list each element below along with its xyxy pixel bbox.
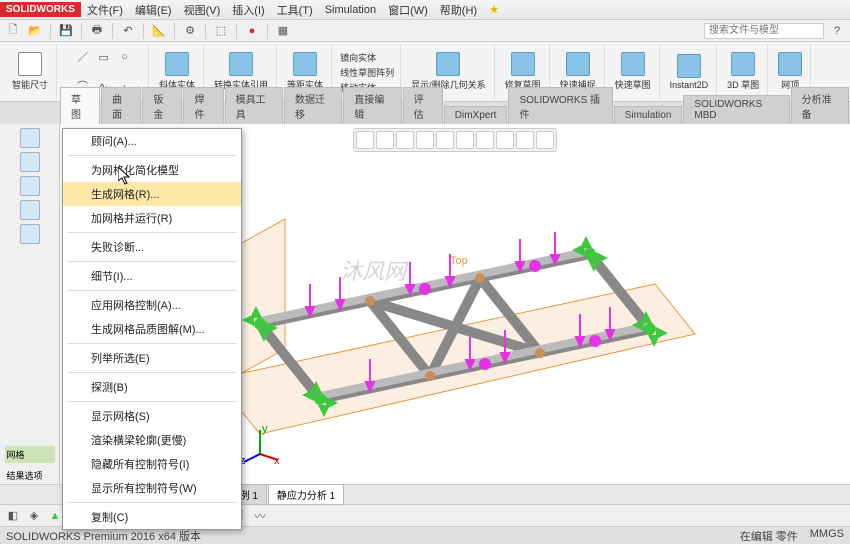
rect-tool[interactable]: ▭ — [95, 48, 113, 66]
rapid-sketch-button[interactable]: 快速草图 — [613, 50, 653, 93]
ctx-advisor[interactable]: 顾问(A)... — [63, 129, 241, 153]
ctx-quality-plot[interactable]: 生成网格品质图解(M)... — [63, 317, 241, 341]
svg-text:y: y — [262, 424, 268, 435]
scene-icon[interactable] — [516, 131, 534, 149]
hide-show-icon[interactable] — [476, 131, 494, 149]
mesh-context-menu: 顾问(A)... 为网格化简化模型 生成网格(R)... 加网格并运行(R) 失… — [62, 128, 242, 530]
help-icon[interactable]: ? — [828, 22, 846, 40]
3dsketch-button[interactable]: 3D 草图 — [725, 50, 761, 93]
menu-insert[interactable]: 插入(I) — [226, 2, 270, 18]
tab-evaluate[interactable]: 评估 — [403, 87, 443, 124]
ctx-copy[interactable]: 复制(C) — [63, 505, 241, 529]
quick-access-toolbar: 🗋 📂 💾 🖶 ↶ 📐 ⚙ ⬚ ● ▦ ? — [0, 20, 850, 42]
undo-button[interactable]: ↶ — [119, 22, 137, 40]
tab-sheetmetal[interactable]: 钣金 — [142, 87, 182, 124]
search-input[interactable] — [704, 23, 824, 39]
btab-static[interactable]: 静应力分析 1 — [268, 484, 344, 505]
tab-weldment[interactable]: 焊件 — [183, 87, 223, 124]
ctx-create-mesh[interactable]: 生成网格(R)... — [63, 182, 241, 206]
line-tool[interactable]: ／ — [74, 48, 92, 66]
zoom-area-icon[interactable] — [376, 131, 394, 149]
tab-mbd[interactable]: SOLIDWORKS MBD — [683, 95, 789, 124]
tab-analysis-prep[interactable]: 分析准备 — [791, 87, 849, 124]
cursor-icon — [118, 167, 132, 185]
tree-item-mesh[interactable]: 网格 — [5, 446, 55, 463]
save-button[interactable]: 💾 — [57, 22, 75, 40]
sim-plot-icon[interactable]: 〰 — [251, 507, 269, 525]
open-button[interactable]: 📂 — [26, 22, 44, 40]
view-orient-icon[interactable] — [436, 131, 454, 149]
ctx-show-mesh[interactable]: 显示网格(S) — [63, 404, 241, 428]
ctx-details[interactable]: 细节(I)... — [63, 264, 241, 288]
tab-surface[interactable]: 曲面 — [101, 87, 141, 124]
ctx-failure-diag[interactable]: 失败诊断... — [63, 235, 241, 259]
menu-file[interactable]: 文件(F) — [81, 2, 129, 18]
filter-button[interactable]: ▦ — [274, 22, 292, 40]
section-icon[interactable] — [416, 131, 434, 149]
print-button[interactable]: 🖶 — [88, 22, 106, 40]
view-settings-icon[interactable] — [536, 131, 554, 149]
menu-view[interactable]: 视图(V) — [178, 2, 227, 18]
view-heads-up-toolbar — [353, 128, 557, 152]
pattern-label: 线性草图阵列 — [340, 66, 394, 79]
ctx-render-beam[interactable]: 渲染横梁轮廓(更慢) — [63, 428, 241, 452]
tab-mold[interactable]: 模具工具 — [225, 87, 283, 124]
tab-addins[interactable]: SOLIDWORKS 插件 — [508, 87, 612, 124]
title-bar: SOLIDWORKS 文件(F) 编辑(E) 视图(V) 插入(I) 工具(T)… — [0, 0, 850, 20]
ctx-simplify[interactable]: 为网格化简化模型 — [63, 158, 241, 182]
ctx-apply-control[interactable]: 应用网格控制(A)... — [63, 293, 241, 317]
circle-tool[interactable]: ○ — [116, 48, 134, 66]
tab-dimxpert[interactable]: DimXpert — [444, 106, 508, 124]
coordinate-triad: x y z — [240, 424, 280, 464]
mirror-label: 镜向实体 — [340, 51, 376, 64]
tab-simulation[interactable]: Simulation — [614, 106, 683, 124]
plane-top-label: Top — [450, 255, 468, 267]
star-icon[interactable]: ★ — [489, 3, 499, 16]
appearance-button[interactable]: ● — [243, 22, 261, 40]
ctx-list-selected[interactable]: 列举所选(E) — [63, 346, 241, 370]
ctx-show-symbols[interactable]: 显示所有控制符号(W) — [63, 476, 241, 500]
prev-view-icon[interactable] — [396, 131, 414, 149]
tab-directedit[interactable]: 直接编辑 — [343, 87, 401, 124]
tree-tab-display[interactable] — [20, 224, 40, 244]
tree-item-results[interactable]: 结果选项 — [5, 467, 55, 484]
feature-tree-panel: 网格 结果选项 — [0, 124, 60, 484]
app-logo: SOLIDWORKS — [0, 2, 81, 17]
appearance-icon[interactable] — [496, 131, 514, 149]
tree-tab-property[interactable] — [20, 152, 40, 172]
menu-window[interactable]: 窗口(W) — [382, 2, 434, 18]
menu-edit[interactable]: 编辑(E) — [129, 2, 178, 18]
options-button[interactable]: ⚙ — [181, 22, 199, 40]
ctx-mesh-and-run[interactable]: 加网格并运行(R) — [63, 206, 241, 230]
tree-tab-config[interactable] — [20, 176, 40, 196]
tab-sketch[interactable]: 草图 — [60, 87, 100, 124]
display-style-icon[interactable] — [456, 131, 474, 149]
select-button[interactable]: ⬚ — [212, 22, 230, 40]
command-tabs: 草图 曲面 钣金 焊件 模具工具 数据迁移 直接编辑 评估 DimXpert S… — [0, 102, 850, 124]
instant2d-button[interactable]: Instant2D — [668, 52, 711, 92]
new-button[interactable]: 🗋 — [4, 22, 22, 40]
menu-simulation[interactable]: Simulation — [319, 4, 382, 16]
zoom-fit-icon[interactable] — [356, 131, 374, 149]
ctx-probe[interactable]: 探测(B) — [63, 375, 241, 399]
ctx-hide-symbols[interactable]: 隐藏所有控制符号(I) — [63, 452, 241, 476]
tab-datamig[interactable]: 数据迁移 — [284, 87, 342, 124]
tree-tab-dimxpert[interactable] — [20, 200, 40, 220]
sim-study-icon[interactable]: ◧ — [4, 507, 22, 525]
svg-text:x: x — [274, 455, 280, 464]
menu-help[interactable]: 帮助(H) — [434, 2, 483, 18]
tree-tab-feature[interactable] — [20, 128, 40, 148]
sim-material-icon[interactable]: ◈ — [25, 507, 43, 525]
menu-tools[interactable]: 工具(T) — [271, 2, 319, 18]
rebuild-button[interactable]: 📐 — [150, 22, 168, 40]
smart-dimension-button[interactable]: 智能尺寸 — [10, 50, 50, 93]
